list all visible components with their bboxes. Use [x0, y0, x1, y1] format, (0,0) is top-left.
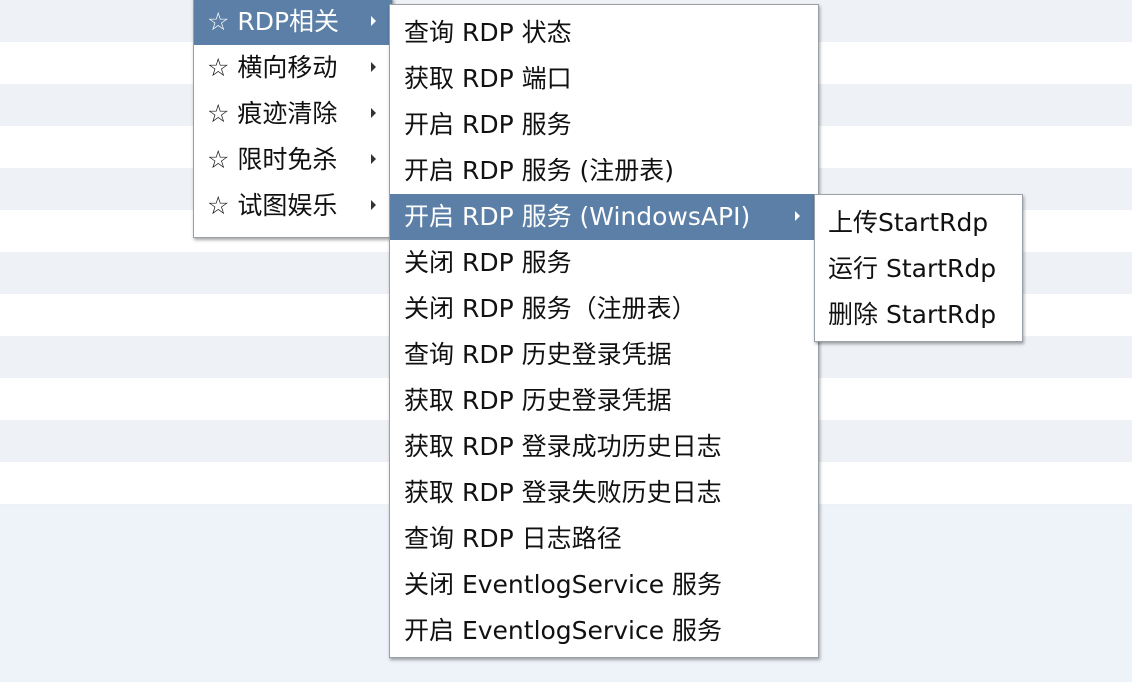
- menu-item-label: 开启 RDP 服务 (WindowsAPI): [404, 202, 751, 231]
- menu-item-enable-rdp[interactable]: 开启 RDP 服务: [390, 102, 818, 148]
- menu-item-enable-eventlog-service[interactable]: 开启 EventlogService 服务: [390, 608, 818, 654]
- submenu-arrow-icon: [371, 16, 376, 26]
- menu-item-get-rdp-failure-logs[interactable]: 获取 RDP 登录失败历史日志: [390, 470, 818, 516]
- submenu-arrow-icon: [371, 200, 376, 210]
- startrdp-submenu: 上传StartRdp 运行 StartRdp 删除 StartRdp: [814, 194, 1023, 342]
- menu-item-disable-rdp-registry[interactable]: 关闭 RDP 服务（注册表）: [390, 286, 818, 332]
- menu-item-delete-startrdp[interactable]: 删除 StartRdp: [815, 292, 1022, 338]
- submenu-arrow-icon: [795, 211, 800, 221]
- menu-item-trace-cleanup[interactable]: ☆ 痕迹清除: [194, 91, 392, 137]
- menu-item-disable-rdp[interactable]: 关闭 RDP 服务: [390, 240, 818, 286]
- menu-item-lateral-movement[interactable]: ☆ 横向移动: [194, 45, 392, 91]
- menu-item-enable-rdp-windowsapi[interactable]: 开启 RDP 服务 (WindowsAPI): [390, 194, 818, 240]
- menu-item-av-evasion[interactable]: ☆ 限时免杀: [194, 137, 392, 183]
- menu-item-query-rdp-status[interactable]: 查询 RDP 状态: [390, 10, 818, 56]
- menu-item-disable-eventlog-service[interactable]: 关闭 EventlogService 服务: [390, 562, 818, 608]
- main-context-menu: ☆ RDP相关 ☆ 横向移动 ☆ 痕迹清除 ☆ 限时免杀 ☆ 试图娱乐: [193, 0, 393, 238]
- menu-item-query-rdp-log-path[interactable]: 查询 RDP 日志路径: [390, 516, 818, 562]
- submenu-arrow-icon: [371, 108, 376, 118]
- menu-item-label: ☆ 横向移动: [207, 53, 338, 82]
- menu-item-label: ☆ RDP相关: [207, 7, 340, 36]
- submenu-arrow-icon: [371, 62, 376, 72]
- menu-item-label: ☆ 限时免杀: [207, 145, 338, 174]
- rdp-submenu: 查询 RDP 状态 获取 RDP 端口 开启 RDP 服务 开启 RDP 服务 …: [389, 4, 819, 658]
- menu-item-enable-rdp-registry[interactable]: 开启 RDP 服务 (注册表): [390, 148, 818, 194]
- menu-item-label: ☆ 痕迹清除: [207, 99, 338, 128]
- submenu-arrow-icon: [371, 154, 376, 164]
- menu-item-run-startrdp[interactable]: 运行 StartRdp: [815, 246, 1022, 292]
- menu-item-get-rdp-credentials[interactable]: 获取 RDP 历史登录凭据: [390, 378, 818, 424]
- menu-item-query-rdp-credentials[interactable]: 查询 RDP 历史登录凭据: [390, 332, 818, 378]
- menu-item-get-rdp-success-logs[interactable]: 获取 RDP 登录成功历史日志: [390, 424, 818, 470]
- menu-item-upload-startrdp[interactable]: 上传StartRdp: [815, 200, 1022, 246]
- menu-item-entertainment[interactable]: ☆ 试图娱乐: [194, 183, 392, 229]
- menu-item-rdp[interactable]: ☆ RDP相关: [194, 0, 392, 45]
- menu-item-get-rdp-port[interactable]: 获取 RDP 端口: [390, 56, 818, 102]
- menu-item-label: ☆ 试图娱乐: [207, 191, 338, 220]
